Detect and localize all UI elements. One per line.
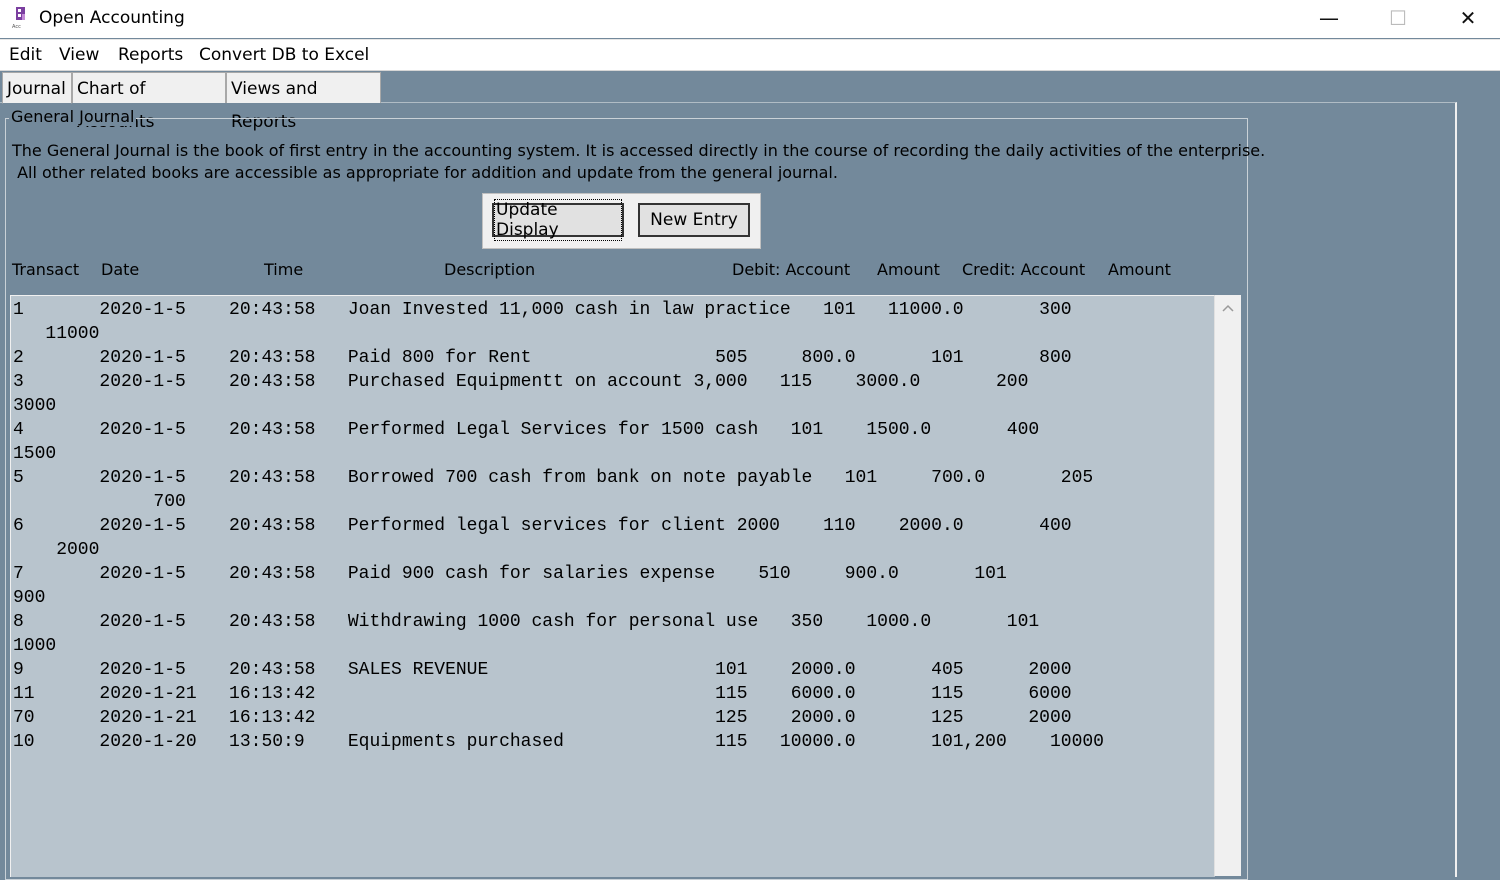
list-line: 2 2020-1-5 20:43:58 Paid 800 for Rent 50… (13, 348, 1072, 368)
update-display-label: Update Display (494, 199, 622, 241)
window-title: Open Accounting (39, 8, 185, 28)
list-line: 7 2020-1-5 20:43:58 Paid 900 cash for sa… (13, 564, 1007, 584)
list-line: 1500 (13, 444, 57, 464)
list-line: 9 2020-1-5 20:43:58 SALES REVENUE 101 20… (13, 660, 1072, 680)
minimize-button[interactable]: — (1306, 0, 1352, 36)
list-line: 70 2020-1-21 16:13:42 125 2000.0 125 200… (13, 708, 1072, 728)
app-logo-icon: Acc (11, 6, 33, 30)
title-bar: Acc Open Accounting — ☐ ✕ (0, 0, 1500, 38)
col-debit-account: Debit: Account (732, 260, 851, 279)
list-line: 6 2020-1-5 20:43:58 Performed legal serv… (13, 516, 1072, 536)
menu-view[interactable]: View (59, 45, 99, 65)
button-panel: Update Display New Entry (482, 193, 761, 249)
menu-reports[interactable]: Reports (118, 45, 183, 65)
new-entry-button[interactable]: New Entry (638, 203, 750, 237)
list-line: 8 2020-1-5 20:43:58 Withdrawing 1000 cas… (13, 612, 1040, 632)
description-line-1: The General Journal is the book of first… (12, 141, 1266, 160)
close-button[interactable]: ✕ (1445, 0, 1491, 36)
group-title: General Journal (9, 107, 137, 126)
col-debit-amount: Amount (877, 260, 940, 279)
col-credit-amount: Amount (1108, 260, 1171, 279)
menu-convert-db[interactable]: Convert DB to Excel (199, 45, 369, 65)
svg-text:Acc: Acc (12, 24, 21, 30)
journal-description: The General Journal is the book of first… (12, 140, 1265, 184)
maximize-icon: ☐ (1389, 6, 1407, 30)
close-icon: ✕ (1459, 6, 1477, 30)
list-line: 11000 (13, 324, 100, 344)
col-credit-account: Credit: Account (962, 260, 1086, 279)
menu-bar: Edit View Reports Convert DB to Excel (0, 39, 1500, 71)
list-line: 5 2020-1-5 20:43:58 Borrowed 700 cash fr… (13, 468, 1094, 488)
list-line: 900 (13, 588, 46, 608)
menu-edit[interactable]: Edit (9, 45, 42, 65)
vertical-scrollbar[interactable] (1214, 295, 1241, 876)
list-line: 3000 (13, 396, 57, 416)
chevron-up-icon[interactable] (1215, 295, 1241, 321)
new-entry-label: New Entry (650, 210, 738, 230)
list-line: 1 2020-1-5 20:43:58 Joan Invested 11,000… (13, 300, 1072, 320)
list-line: 1000 (13, 636, 57, 656)
journal-list[interactable]: 1 2020-1-5 20:43:58 Joan Invested 11,000… (10, 295, 1215, 877)
col-time: Time (264, 260, 304, 279)
col-description: Description (444, 260, 536, 279)
tab-journal[interactable]: Journal (2, 72, 72, 104)
maximize-button[interactable]: ☐ (1375, 0, 1421, 36)
tab-chart-of-accounts[interactable]: Chart of Accounts (72, 72, 226, 132)
list-line: 700 (13, 492, 186, 512)
description-line-2: All other related books are accessible a… (12, 163, 838, 182)
list-line: 2000 (13, 540, 100, 560)
list-line: 11 2020-1-21 16:13:42 115 6000.0 115 600… (13, 684, 1072, 704)
update-display-button[interactable]: Update Display (492, 199, 624, 241)
tab-views-and-reports[interactable]: Views and Reports (226, 72, 381, 132)
col-date: Date (101, 260, 140, 279)
list-line: 10 2020-1-20 13:50:9 Equipments purchase… (13, 732, 1104, 752)
list-line: 4 2020-1-5 20:43:58 Performed Legal Serv… (13, 420, 1040, 440)
list-line: 3 2020-1-5 20:43:58 Purchased Equipmentt… (13, 372, 1029, 392)
minimize-icon: — (1319, 6, 1339, 30)
col-transact: Transact (12, 260, 80, 279)
